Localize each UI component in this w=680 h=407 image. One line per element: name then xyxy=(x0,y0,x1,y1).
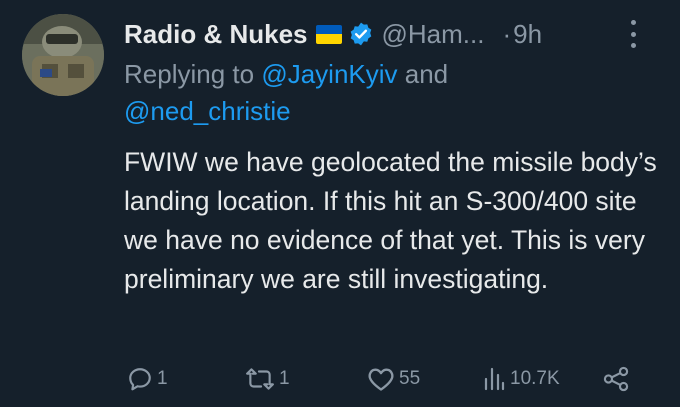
reply-count: 1 xyxy=(157,368,168,389)
timestamp[interactable]: 9h xyxy=(513,19,542,50)
time-separator: · xyxy=(502,18,512,49)
handle[interactable]: @Ham... xyxy=(382,19,485,50)
like-count: 55 xyxy=(399,368,421,389)
views-count: 10.7K xyxy=(510,368,560,389)
share-icon xyxy=(603,366,629,392)
replying-to-label: Replying to xyxy=(124,59,255,89)
reply-button[interactable]: 1 xyxy=(127,366,168,392)
retweet-button[interactable]: 1 xyxy=(245,366,290,392)
mention-link[interactable]: @JayinKyiv xyxy=(261,59,397,89)
views-icon xyxy=(484,367,505,391)
reply-icon xyxy=(129,368,151,391)
action-bar: 1 1 55 10.7K xyxy=(124,362,644,398)
mention-link[interactable]: @ned_christie xyxy=(124,96,291,126)
replying-and: and xyxy=(404,59,449,89)
like-button[interactable]: 55 xyxy=(367,366,420,392)
tweet-header: Radio & Nukes @Ham... · 9h xyxy=(124,14,660,54)
display-name[interactable]: Radio & Nukes xyxy=(124,19,308,50)
ukraine-flag-icon xyxy=(315,24,342,44)
avatar-image xyxy=(22,14,104,96)
retweet-icon xyxy=(246,368,274,390)
retweet-count: 1 xyxy=(279,368,290,389)
tweet-text: FWIW we have geolocated the missile body… xyxy=(124,147,657,294)
like-icon xyxy=(368,368,394,391)
share-button[interactable] xyxy=(602,366,630,392)
verified-badge-icon[interactable] xyxy=(348,21,374,47)
avatar[interactable] xyxy=(22,14,104,96)
views-button[interactable]: 10.7K xyxy=(482,366,560,392)
more-icon[interactable] xyxy=(628,20,638,48)
replying-to: Replying to @JayinKyiv and @ned_christie xyxy=(124,56,564,130)
